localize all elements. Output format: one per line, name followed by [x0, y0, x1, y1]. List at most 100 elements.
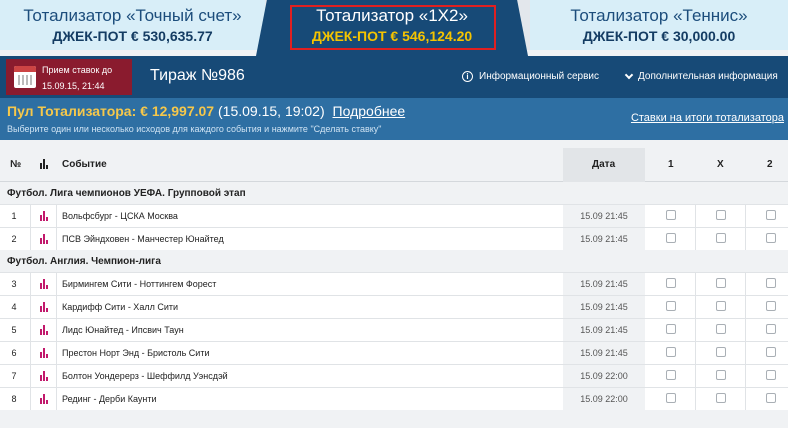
header-date: Дата — [592, 159, 616, 170]
outcome-1-checkbox[interactable] — [666, 393, 676, 403]
stats-icon[interactable] — [40, 211, 50, 223]
divider — [56, 365, 57, 387]
divider — [695, 365, 696, 387]
tab-tennis[interactable]: Тотализатор «Теннис» ДЖЕК-ПОТ € 30,000.0… — [530, 0, 788, 50]
table-row: 5 Лидс Юнайтед - Ипсвич Таун 15.09 21:45 — [0, 318, 788, 341]
outcome-x-checkbox[interactable] — [716, 233, 726, 243]
more-info-label: Дополнительная информация — [638, 71, 778, 82]
header-event: Событие — [62, 159, 107, 170]
header-outcome-x: X — [717, 159, 724, 170]
stats-icon[interactable] — [40, 279, 50, 291]
divider — [695, 296, 696, 318]
divider — [745, 388, 746, 410]
outcome-x-checkbox[interactable] — [716, 278, 726, 288]
event-date: 15.09 21:45 — [563, 296, 645, 318]
pool-bets-link[interactable]: Ставки на итоги тотализатора — [631, 112, 784, 124]
table-header: № Событие Дата 1 X 2 — [0, 148, 788, 182]
calendar-icon — [14, 66, 36, 88]
info-service-label: Информационный сервис — [479, 71, 599, 82]
event-date: 15.09 21:45 — [563, 319, 645, 341]
row-number: 2 — [11, 234, 17, 244]
divider — [745, 205, 746, 227]
divider — [695, 273, 696, 295]
bet-deadline: Прием ставок до 15.09.15, 21:44 — [6, 59, 132, 95]
events-table: № Событие Дата 1 X 2 Футбол. Лига чемпио… — [0, 148, 788, 410]
tab-jackpot: ДЖЕК-ПОТ € 30,000.00 — [582, 28, 736, 44]
divider — [56, 296, 57, 318]
outcome-x-checkbox[interactable] — [716, 347, 726, 357]
outcome-2-checkbox[interactable] — [766, 370, 776, 380]
outcome-1-checkbox[interactable] — [666, 301, 676, 311]
outcome-2-checkbox[interactable] — [766, 393, 776, 403]
divider — [56, 273, 57, 295]
event-name: Лидс Юнайтед - Ипсвич Таун — [62, 325, 184, 335]
event-name: Рединг - Дерби Каунти — [62, 394, 157, 404]
stats-icon[interactable] — [40, 234, 50, 246]
outcome-1-checkbox[interactable] — [666, 324, 676, 334]
tab-exact-score[interactable]: Тотализатор «Точный счет» ДЖЕК-ПОТ € 530… — [0, 0, 265, 50]
stats-icon[interactable] — [40, 394, 50, 406]
divider — [30, 342, 31, 364]
outcome-x-checkbox[interactable] — [716, 393, 726, 403]
outcome-2-checkbox[interactable] — [766, 324, 776, 334]
chevron-down-icon — [624, 70, 634, 80]
row-number: 3 — [11, 279, 17, 289]
divider — [56, 319, 57, 341]
event-date: 15.09 22:00 — [563, 388, 645, 410]
table-row: 7 Болтон Уондерерз - Шеффилд Уэнсдэй 15.09… — [0, 364, 788, 387]
stats-icon — [40, 159, 50, 172]
info-service-link[interactable]: i Информационный сервис — [462, 71, 599, 82]
header-outcome-2: 2 — [767, 159, 773, 170]
table-row: 6 Престон Норт Энд - Бристоль Сити 15.09 2… — [0, 341, 788, 364]
divider — [695, 319, 696, 341]
pool-details-link[interactable]: Подробнее — [333, 103, 406, 119]
outcome-2-checkbox[interactable] — [766, 301, 776, 311]
more-info-toggle[interactable]: Дополнительная информация — [624, 70, 778, 82]
outcome-2-checkbox[interactable] — [766, 233, 776, 243]
divider — [30, 205, 31, 227]
pool-summary: Пул Тотализатора: € 12,997.07 (15.09.15,… — [7, 103, 405, 119]
header-num: № — [10, 159, 22, 170]
tab-title: Тотализатор «Точный счет» — [23, 6, 242, 25]
row-number: 8 — [11, 394, 17, 404]
divider — [745, 273, 746, 295]
divider — [745, 342, 746, 364]
pool-bar: Пул Тотализатора: € 12,997.07 (15.09.15,… — [0, 98, 788, 140]
pool-amount: Пул Тотализатора: € 12,997.07 — [7, 103, 215, 119]
stats-icon[interactable] — [40, 348, 50, 360]
stats-icon[interactable] — [40, 302, 50, 314]
table-row: 4 Кардифф Сити - Халл Сити 15.09 21:45 — [0, 295, 788, 318]
outcome-1-checkbox[interactable] — [666, 278, 676, 288]
outcome-1-checkbox[interactable] — [666, 347, 676, 357]
outcome-2-checkbox[interactable] — [766, 278, 776, 288]
divider — [30, 319, 31, 341]
outcome-x-checkbox[interactable] — [716, 301, 726, 311]
draw-title: Тираж №986 — [150, 67, 245, 84]
highlight-frame — [290, 5, 496, 50]
divider — [30, 388, 31, 410]
outcome-1-checkbox[interactable] — [666, 370, 676, 380]
outcome-1-checkbox[interactable] — [666, 210, 676, 220]
divider — [30, 228, 31, 250]
row-number: 4 — [11, 302, 17, 312]
tab-title: Тотализатор «Теннис» — [570, 6, 748, 25]
stats-icon[interactable] — [40, 371, 50, 383]
outcome-1-checkbox[interactable] — [666, 233, 676, 243]
divider — [695, 342, 696, 364]
event-name: Болтон Уондерерз - Шеффилд Уэнсдэй — [62, 371, 228, 381]
pool-hint: Выберите один или несколько исходов для … — [7, 124, 382, 134]
outcome-x-checkbox[interactable] — [716, 324, 726, 334]
outcome-x-checkbox[interactable] — [716, 210, 726, 220]
divider — [56, 205, 57, 227]
outcome-2-checkbox[interactable] — [766, 347, 776, 357]
tab-jackpot: ДЖЕК-ПОТ € 530,635.77 — [52, 28, 213, 44]
draw-header: Прием ставок до 15.09.15, 21:44 Тираж №9… — [0, 56, 788, 98]
divider — [695, 205, 696, 227]
header-outcome-1: 1 — [668, 159, 674, 170]
row-number: 1 — [11, 211, 17, 221]
table-row: 2 ПСВ Эйндховен - Манчестер Юнайтед 15.09 … — [0, 227, 788, 250]
outcome-x-checkbox[interactable] — [716, 370, 726, 380]
stats-icon[interactable] — [40, 325, 50, 337]
outcome-2-checkbox[interactable] — [766, 210, 776, 220]
divider — [695, 388, 696, 410]
